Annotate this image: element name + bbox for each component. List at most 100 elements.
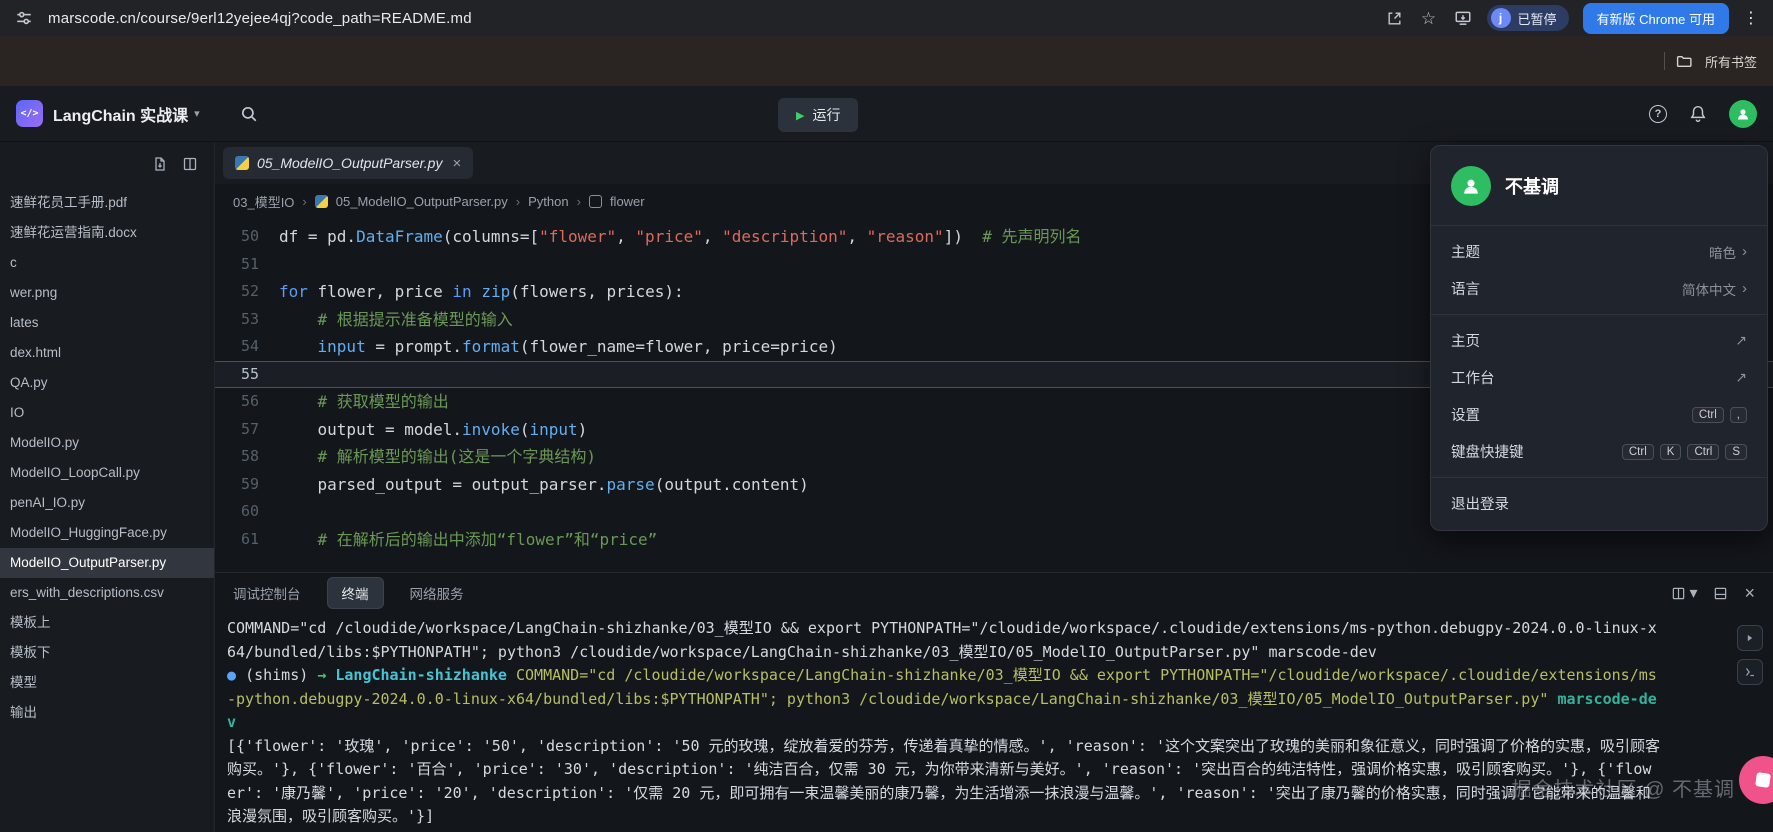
all-bookmarks-label[interactable]: 所有书签 — [1705, 52, 1757, 71]
breadcrumb-item[interactable]: 03_模型IO — [233, 192, 294, 211]
symbol-icon — [589, 195, 602, 208]
terminal-side-buttons — [1737, 625, 1763, 685]
breadcrumb-item[interactable]: Python — [528, 194, 568, 209]
terminal-tab[interactable]: 终端 — [327, 577, 384, 609]
menu-item[interactable]: 键盘快捷键CtrlKCtrlS — [1431, 433, 1767, 470]
header-right-group: ? — [1649, 100, 1757, 128]
line-number[interactable]: 54 — [215, 333, 279, 361]
terminal-header: 调试控制台 终端 网络服务 ▾ — [215, 573, 1773, 613]
python-icon — [235, 156, 249, 170]
panel-layout-icon[interactable] — [1713, 586, 1728, 601]
line-number[interactable]: 60 — [215, 498, 279, 526]
line-number[interactable]: 51 — [215, 251, 279, 279]
run-button[interactable]: ▶ 运行 — [778, 98, 858, 132]
help-icon[interactable]: ? — [1649, 105, 1667, 123]
install-app-icon[interactable] — [1453, 8, 1473, 28]
python-icon — [315, 195, 328, 208]
file-item[interactable]: ModelIO_OutputParser.py — [0, 548, 214, 578]
profile-paused-label: 已暂停 — [1518, 9, 1557, 28]
import-file-icon[interactable] — [152, 156, 168, 172]
chevron-right-icon: › — [1742, 243, 1747, 260]
browser-menu-icon[interactable]: ⋮ — [1743, 8, 1759, 28]
terminal-tab[interactable]: 网络服务 — [410, 583, 464, 603]
file-item[interactable]: 输出 — [0, 698, 214, 728]
terminal-tab[interactable]: 调试控制台 — [233, 583, 301, 603]
url-text[interactable]: marscode.cn/course/9erl12yejee4qj?code_p… — [48, 10, 472, 27]
terminal-panel: 调试控制台 终端 网络服务 ▾ — [215, 572, 1773, 832]
username: 不基调 — [1505, 173, 1559, 199]
folder-icon — [1675, 51, 1695, 71]
chevron-down-icon[interactable]: ▾ — [194, 107, 200, 120]
course-title[interactable]: LangChain 实战课 — [53, 102, 188, 126]
file-item[interactable]: 模板上 — [0, 608, 214, 638]
line-number[interactable]: 52 — [215, 278, 279, 306]
file-item[interactable]: ModelIO_LoopCall.py — [0, 458, 214, 488]
chevron-down-icon: ▾ — [1689, 583, 1697, 603]
line-number[interactable]: 56 — [215, 388, 279, 416]
menu-item[interactable]: 主题暗色› — [1431, 233, 1767, 270]
bell-icon[interactable] — [1689, 105, 1707, 123]
file-item[interactable]: wer.png — [0, 278, 214, 308]
profile-avatar: j — [1491, 8, 1511, 28]
chevron-right-icon: › — [1742, 280, 1747, 297]
file-item[interactable]: QA.py — [0, 368, 214, 398]
terminal-line: COMMAND="cd /cloudide/workspace/LangChai… — [227, 617, 1660, 664]
terminal-header-icons: ▾ × — [1671, 583, 1755, 603]
chrome-update-button[interactable]: 有新版 Chrome 可用 — [1583, 3, 1729, 34]
tab-close-icon[interactable]: × — [452, 155, 461, 172]
menu-item[interactable]: 设置Ctrl, — [1431, 396, 1767, 433]
file-item[interactable]: IO — [0, 398, 214, 428]
tune-icon[interactable] — [14, 8, 34, 28]
terminal-line: ● (shims) → LangChain-shizhanke COMMAND=… — [227, 664, 1660, 735]
line-number[interactable]: 58 — [215, 443, 279, 471]
line-number[interactable]: 53 — [215, 306, 279, 334]
keycap: S — [1725, 444, 1747, 460]
split-editor-icon[interactable] — [182, 156, 198, 172]
profile-paused-pill[interactable]: j 已暂停 — [1487, 5, 1569, 31]
breadcrumb-item[interactable]: 05_ModelIO_OutputParser.py — [336, 194, 508, 209]
external-link-icon: ↗ — [1735, 369, 1747, 386]
file-item[interactable]: 模板下 — [0, 638, 214, 668]
editor-tab[interactable]: 05_ModelIO_OutputParser.py × — [223, 147, 473, 179]
search-icon[interactable] — [240, 105, 258, 123]
breadcrumb-separator: › — [577, 194, 581, 209]
file-item[interactable]: lates — [0, 308, 214, 338]
line-number[interactable]: 61 — [215, 526, 279, 554]
menu-divider — [1431, 225, 1767, 226]
bookmark-star-icon[interactable]: ☆ — [1419, 8, 1439, 28]
file-item[interactable]: ModelIO_HuggingFace.py — [0, 518, 214, 548]
file-item[interactable]: dex.html — [0, 338, 214, 368]
terminal-output[interactable]: COMMAND="cd /cloudide/workspace/LangChai… — [215, 613, 1660, 829]
file-item[interactable]: ModelIO.py — [0, 428, 214, 458]
user-menu-sections: 主题暗色›语言简体中文›主页↗工作台↗设置Ctrl,键盘快捷键CtrlKCtrl… — [1431, 233, 1767, 522]
terminal-line: [{'flower': '玫瑰', 'price': '50', 'descri… — [227, 735, 1660, 829]
marscode-logo-icon[interactable]: </> — [16, 100, 43, 127]
file-item[interactable]: 速鲜花员工手册.pdf — [0, 188, 214, 218]
menu-item[interactable]: 退出登录 — [1431, 485, 1767, 522]
user-menu-header: 不基调 — [1431, 150, 1767, 218]
file-item[interactable]: ers_with_descriptions.csv — [0, 578, 214, 608]
terminal-script-icon[interactable] — [1737, 659, 1763, 685]
run-in-terminal-icon[interactable] — [1737, 625, 1763, 651]
file-item[interactable]: penAI_IO.py — [0, 488, 214, 518]
menu-item[interactable]: 语言简体中文› — [1431, 270, 1767, 307]
close-panel-icon[interactable]: × — [1744, 584, 1755, 602]
file-item[interactable]: 模型 — [0, 668, 214, 698]
line-number[interactable]: 59 — [215, 471, 279, 499]
file-explorer: 速鲜花员工手册.pdf速鲜花运营指南.docxcwer.pnglatesdex.… — [0, 142, 215, 832]
file-item[interactable]: 速鲜花运营指南.docx — [0, 218, 214, 248]
bookmarks-divider — [1664, 52, 1665, 70]
user-avatar[interactable] — [1729, 100, 1757, 128]
keycap: Ctrl — [1687, 444, 1719, 460]
split-terminal-icon[interactable]: ▾ — [1671, 583, 1697, 603]
breadcrumb-item[interactable]: flower — [610, 194, 645, 209]
file-item[interactable]: c — [0, 248, 214, 278]
line-number[interactable]: 57 — [215, 416, 279, 444]
line-number[interactable]: 50 — [215, 223, 279, 251]
menu-item[interactable]: 工作台↗ — [1431, 359, 1767, 396]
open-in-new-icon[interactable] — [1385, 8, 1405, 28]
keycap: Ctrl — [1692, 407, 1724, 423]
menu-item[interactable]: 主页↗ — [1431, 322, 1767, 359]
external-link-icon: ↗ — [1735, 332, 1747, 349]
line-number[interactable]: 55 — [215, 361, 279, 389]
